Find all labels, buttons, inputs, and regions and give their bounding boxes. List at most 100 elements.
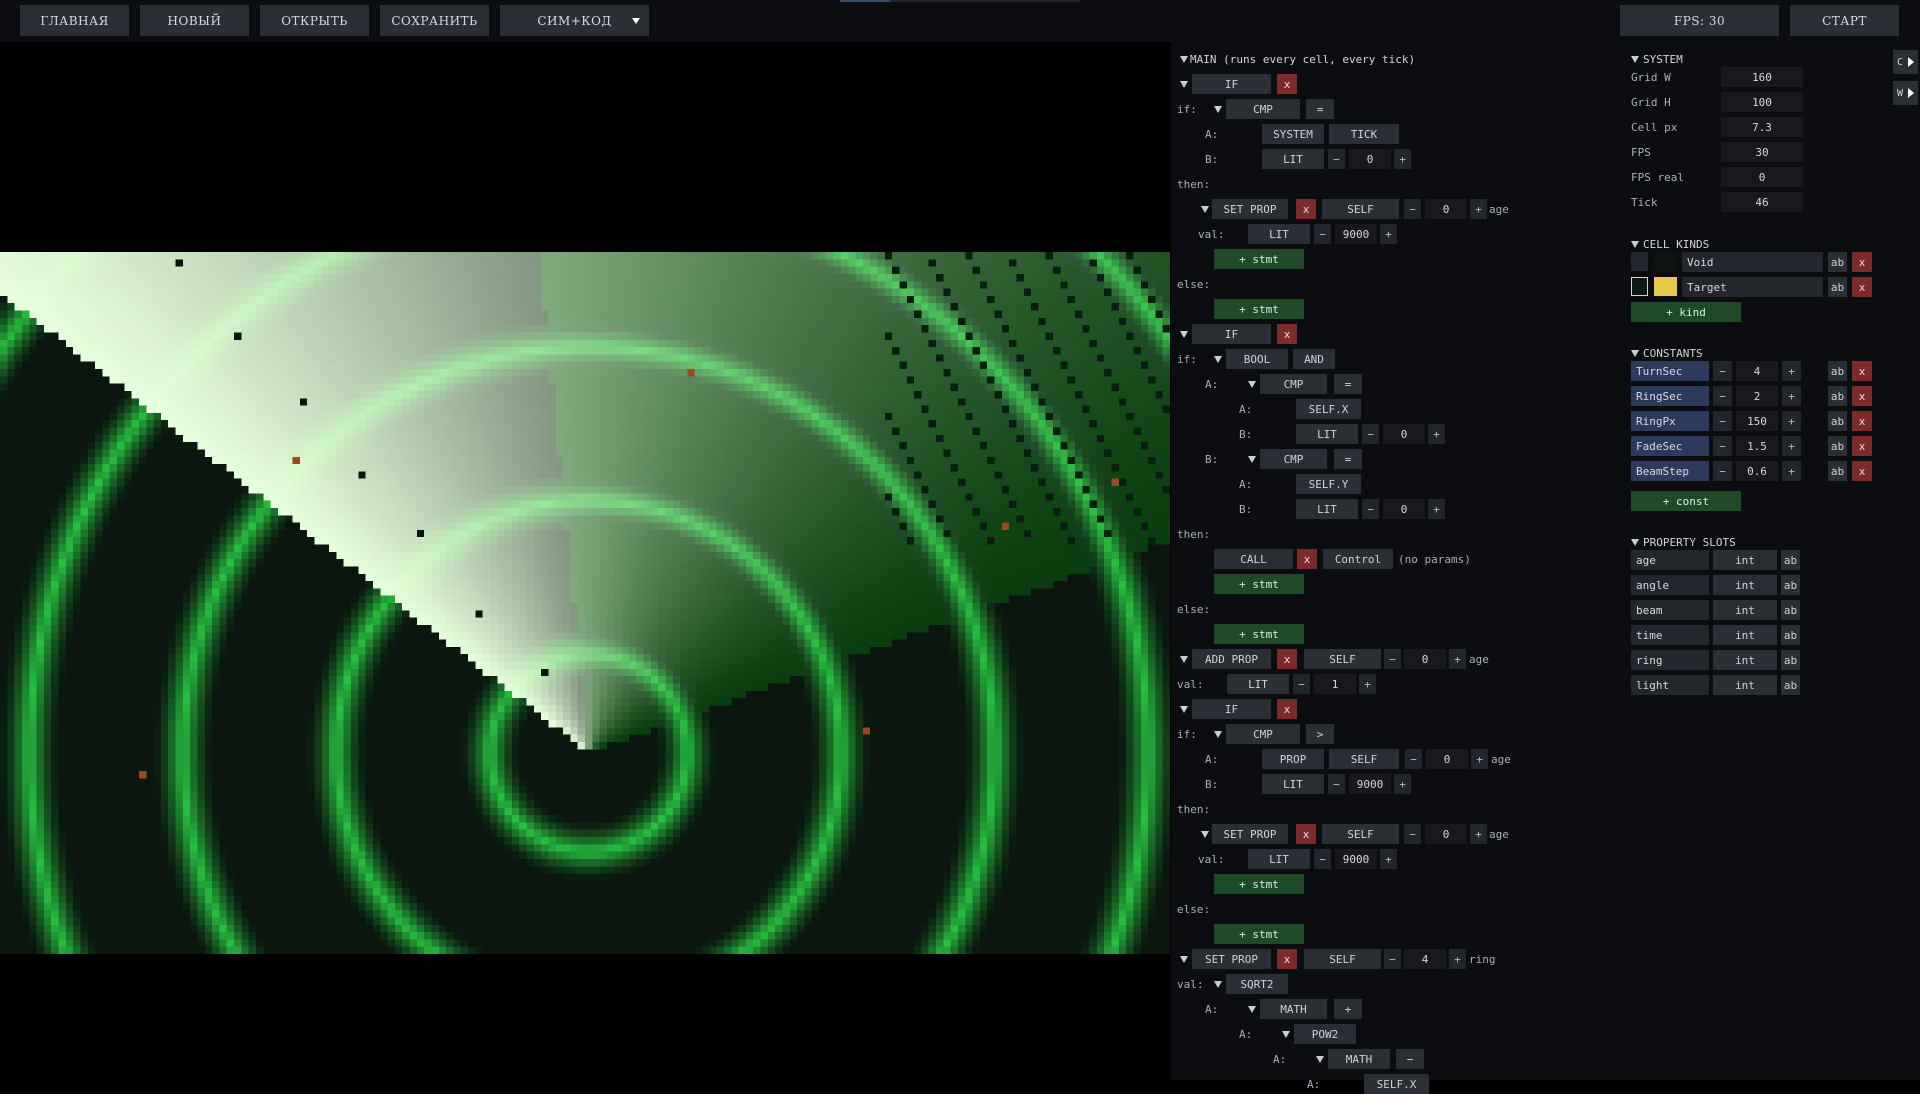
- self-y-node[interactable]: SELF.Y: [1296, 474, 1361, 494]
- value-field[interactable]: 0: [1383, 424, 1425, 444]
- decrement-button[interactable]: −: [1713, 386, 1732, 406]
- self-node[interactable]: SELF: [1329, 749, 1399, 769]
- value-field[interactable]: 4: [1404, 949, 1446, 969]
- increment-button[interactable]: +: [1471, 749, 1488, 769]
- chevron-down-icon[interactable]: [1316, 1056, 1324, 1063]
- control-node[interactable]: Control: [1323, 549, 1393, 569]
- decrement-button[interactable]: −: [1405, 749, 1422, 769]
- property-rename-button[interactable]: ab: [1781, 575, 1800, 595]
- chevron-down-icon[interactable]: [1214, 981, 1222, 988]
- value-field[interactable]: 0: [1349, 149, 1391, 169]
- chevron-down-icon[interactable]: [1180, 656, 1188, 663]
- increment-button[interactable]: +: [1449, 649, 1466, 669]
- system-field-value[interactable]: 100: [1721, 92, 1803, 112]
- add-stmt-button[interactable]: + stmt: [1214, 924, 1304, 944]
- system-field-value[interactable]: 7.3: [1721, 117, 1803, 137]
- property-name-field[interactable]: beam: [1631, 600, 1709, 620]
- add-prop-node[interactable]: ADD PROP: [1192, 649, 1271, 669]
- constant-rename-button[interactable]: ab: [1828, 436, 1847, 456]
- decrement-button[interactable]: −: [1713, 361, 1732, 381]
- value-field[interactable]: 1: [1314, 674, 1356, 694]
- chevron-down-icon[interactable]: [1201, 206, 1209, 213]
- increment-button[interactable]: +: [1782, 411, 1801, 431]
- home-button[interactable]: ГЛАВНАЯ: [20, 5, 129, 36]
- and-select[interactable]: AND: [1293, 349, 1335, 369]
- kind-rename-button[interactable]: ab: [1828, 277, 1847, 297]
- chevron-down-icon[interactable]: [1180, 956, 1188, 963]
- kind-rename-button[interactable]: ab: [1828, 252, 1847, 272]
- constant-rename-button[interactable]: ab: [1828, 411, 1847, 431]
- decrement-button[interactable]: −: [1713, 411, 1732, 431]
- decrement-button[interactable]: −: [1362, 424, 1379, 444]
- decrement-button[interactable]: −: [1328, 149, 1345, 169]
- set-prop-node[interactable]: SET PROP: [1192, 949, 1271, 969]
- save-button[interactable]: СОХРАНИТЬ: [380, 5, 489, 36]
- constant-delete-button[interactable]: x: [1852, 361, 1872, 381]
- chevron-down-icon[interactable]: [1248, 456, 1256, 463]
- cmp-node[interactable]: CMP: [1226, 724, 1300, 744]
- chevron-down-icon[interactable]: [1214, 356, 1222, 363]
- add-stmt-button[interactable]: + stmt: [1214, 874, 1304, 894]
- system-field-value[interactable]: 46: [1721, 192, 1803, 212]
- cmp-node[interactable]: CMP: [1226, 99, 1300, 119]
- system-field-value[interactable]: 0: [1721, 167, 1803, 187]
- sqrt2-node[interactable]: SQRT2: [1226, 974, 1288, 994]
- value-field[interactable]: 0: [1404, 649, 1446, 669]
- prop-node[interactable]: PROP: [1262, 749, 1324, 769]
- property-rename-button[interactable]: ab: [1781, 625, 1800, 645]
- kind-name-field[interactable]: Void: [1682, 252, 1823, 272]
- chevron-down-icon[interactable]: [1248, 1006, 1256, 1013]
- chevron-down-icon[interactable]: [1201, 831, 1209, 838]
- increment-button[interactable]: +: [1380, 849, 1397, 869]
- kind-select-0[interactable]: [1631, 252, 1648, 271]
- decrement-button[interactable]: −: [1384, 649, 1401, 669]
- increment-button[interactable]: +: [1428, 499, 1445, 519]
- add-stmt-button[interactable]: + stmt: [1214, 249, 1304, 269]
- self-node[interactable]: SELF: [1322, 824, 1399, 844]
- start-button[interactable]: СТАРТ: [1790, 5, 1899, 36]
- constant-delete-button[interactable]: x: [1852, 411, 1872, 431]
- property-name-field[interactable]: time: [1631, 625, 1709, 645]
- set-prop-node[interactable]: SET PROP: [1212, 199, 1288, 219]
- lit-node[interactable]: LIT: [1296, 424, 1358, 444]
- call-node[interactable]: CALL: [1214, 549, 1293, 569]
- op-select[interactable]: =: [1334, 449, 1362, 469]
- cmp-node[interactable]: CMP: [1260, 449, 1327, 469]
- increment-button[interactable]: +: [1470, 199, 1487, 219]
- simulation-canvas[interactable]: [0, 252, 1170, 954]
- mode-select[interactable]: СИМ+КОД: [500, 5, 649, 36]
- chevron-down-icon[interactable]: [1214, 106, 1222, 113]
- op-select[interactable]: +: [1334, 999, 1362, 1019]
- kind-select-1[interactable]: [1631, 277, 1648, 296]
- self-node[interactable]: SELF: [1322, 199, 1399, 219]
- constant-delete-button[interactable]: x: [1852, 386, 1872, 406]
- value-field[interactable]: 9000: [1349, 774, 1391, 794]
- op-select[interactable]: =: [1306, 99, 1334, 119]
- chevron-down-icon[interactable]: [1248, 381, 1256, 388]
- if-block[interactable]: IF: [1192, 699, 1271, 719]
- op-select[interactable]: =: [1334, 374, 1362, 394]
- property-name-field[interactable]: age: [1631, 550, 1709, 570]
- lit-node[interactable]: LIT: [1248, 849, 1310, 869]
- lit-node[interactable]: LIT: [1296, 499, 1358, 519]
- decrement-button[interactable]: −: [1713, 461, 1732, 481]
- value-field[interactable]: 0: [1426, 749, 1468, 769]
- property-type-select[interactable]: int: [1713, 675, 1777, 695]
- open-button[interactable]: ОТКРЫТЬ: [260, 5, 369, 36]
- increment-button[interactable]: +: [1782, 461, 1801, 481]
- constant-value-field[interactable]: 4: [1736, 361, 1778, 381]
- increment-button[interactable]: +: [1449, 949, 1466, 969]
- value-field[interactable]: 0: [1425, 199, 1467, 219]
- kind-delete-button[interactable]: x: [1852, 277, 1872, 297]
- property-type-select[interactable]: int: [1713, 650, 1777, 670]
- delete-button[interactable]: x: [1277, 649, 1297, 669]
- lit-node[interactable]: LIT: [1262, 774, 1324, 794]
- constant-name-field[interactable]: BeamStep: [1631, 461, 1709, 481]
- value-field[interactable]: 0: [1425, 824, 1467, 844]
- decrement-button[interactable]: −: [1713, 436, 1732, 456]
- delete-button[interactable]: x: [1297, 549, 1317, 569]
- increment-button[interactable]: +: [1428, 424, 1445, 444]
- property-name-field[interactable]: light: [1631, 675, 1709, 695]
- lit-node[interactable]: LIT: [1262, 149, 1324, 169]
- kind-color-swatch[interactable]: [1654, 277, 1677, 296]
